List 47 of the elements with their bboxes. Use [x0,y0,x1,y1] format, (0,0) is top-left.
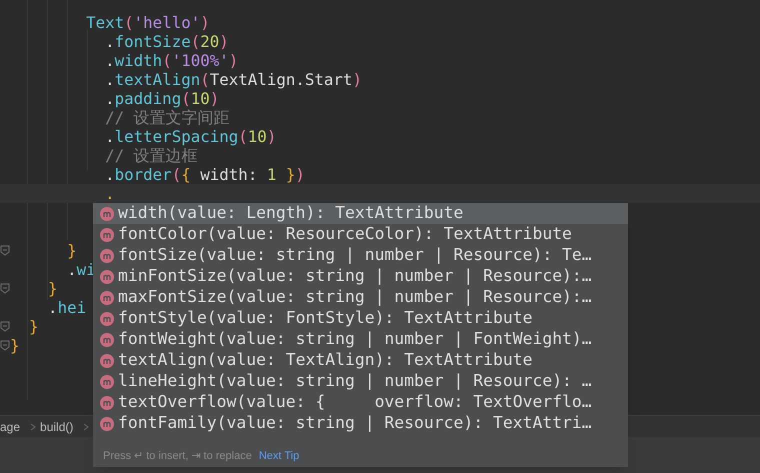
code-line: .textAlign(TextAlign.Start) [104,70,362,89]
fold-marker-icon[interactable] [0,245,10,256]
breadcrumb[interactable]: age [0,418,20,436]
code-line: .border({ width: 1 }) [104,165,305,184]
completion-item[interactable]: fontSize(value: string | number | Resource): Te… [93,245,628,266]
method-icon [100,228,114,242]
code-line: Text('hello') [85,13,210,32]
chevron-icon [30,422,36,430]
code-line: .letterSpacing(10) [104,127,276,146]
code-line: .width('100%') [104,51,238,70]
method-icon [100,396,114,410]
fold-marker-icon[interactable] [0,340,10,351]
completion-item[interactable]: minFontSize(value: string | number | Resource):… [93,266,628,287]
completion-item[interactable]: fontStyle(value: FontStyle): TextAttribute [93,308,628,329]
completion-item[interactable]: width(value: Length): TextAttribute [93,203,628,224]
chevron-icon [83,422,90,430]
completion-item[interactable]: textAlign(value: TextAlign): TextAttribute [93,350,628,371]
method-icon [100,374,114,388]
code-line: .wi [66,260,96,279]
completion-item[interactable]: fontFamily(value: string | Resource): TextAttri… [93,413,628,434]
method-icon [100,270,114,284]
hint-text: Press ↵ to insert, ⇥ to replace [103,449,252,464]
code-line: } [10,336,20,355]
fold-marker-icon[interactable] [0,321,10,332]
fold-marker-icon[interactable] [0,283,10,294]
code-line: } [28,317,39,336]
method-icon [100,332,114,346]
code-line: .hei [47,298,86,317]
code-line: . [104,184,115,203]
code-line: .padding(10) [104,89,220,108]
code-line: .fontSize(20) [104,32,229,51]
method-icon [100,206,114,220]
code-line: } [47,279,58,298]
method-icon [100,290,114,304]
code-line: // 设置文字间距 [104,108,230,127]
method-icon [100,312,114,326]
completion-item[interactable]: lineHeight(value: string | number | Resource): … [93,371,628,392]
method-icon [100,416,114,430]
code-line: // 设置边框 [104,146,198,165]
completion-item[interactable]: fontColor(value: ResourceColor): TextAttribute [93,224,628,245]
completion-item[interactable]: fontWeight(value: string | number | FontWeight)… [93,329,628,350]
code-line: } [66,241,77,260]
completion-item[interactable]: textOverflow(value: { overflow: TextOverflo… [93,392,628,413]
breadcrumb[interactable]: build() [40,418,74,436]
method-icon [100,354,114,368]
method-icon [100,248,114,262]
completion-item[interactable]: maxFontSize(value: string | number | Resource):… [93,287,628,308]
